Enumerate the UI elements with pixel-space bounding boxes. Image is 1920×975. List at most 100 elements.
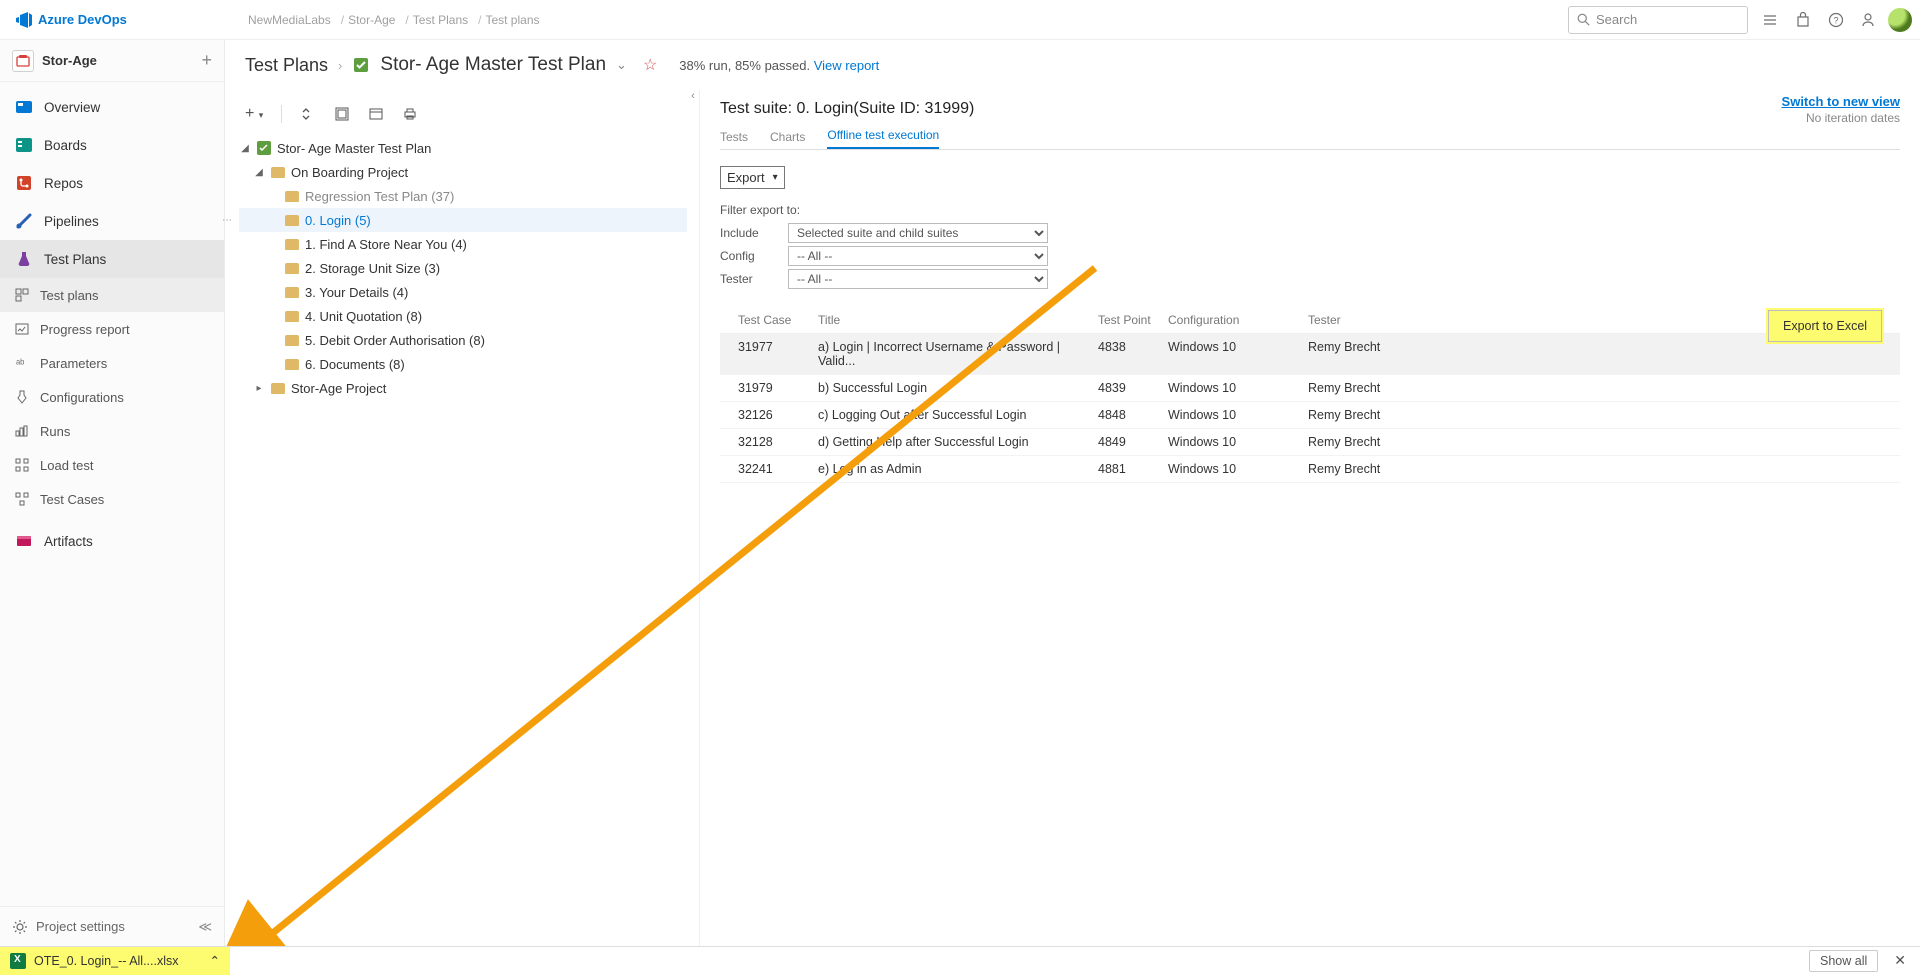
search-input[interactable]: Search [1568, 6, 1748, 34]
test-plans-sub-icon [14, 287, 30, 303]
tree-find[interactable]: 1. Find A Store Near You (4) [239, 232, 687, 256]
search-icon [1577, 13, 1590, 26]
nav-test-plans[interactable]: Test Plans [0, 240, 224, 278]
print-icon[interactable] [402, 106, 418, 122]
product-title: Azure DevOps [38, 12, 127, 27]
close-download-bar-icon[interactable]: ✕ [1894, 952, 1906, 969]
table-row[interactable]: 31977a) Login | Incorrect Username & Pas… [720, 334, 1900, 375]
tab-offline-execution[interactable]: Offline test execution [827, 128, 939, 149]
bag-icon[interactable] [1796, 12, 1810, 28]
view-report-link[interactable]: View report [814, 58, 880, 73]
tree-unit[interactable]: 4. Unit Quotation (8) [239, 304, 687, 328]
tree-debit[interactable]: 5. Debit Order Authorisation (8) [239, 328, 687, 352]
subnav-load-test[interactable]: Load test [0, 448, 224, 482]
load-icon [14, 457, 30, 473]
subnav-configurations[interactable]: Configurations [0, 380, 224, 414]
col-test-case[interactable]: Test Case [738, 313, 818, 327]
azure-devops-icon [16, 12, 32, 28]
download-chip[interactable]: OTE_0. Login_-- All....xlsx ⌃ [0, 947, 230, 975]
test-plan-name[interactable]: Stor- Age Master Test Plan [380, 54, 606, 76]
columns-icon[interactable] [368, 106, 384, 122]
no-iteration-text: No iteration dates [1782, 111, 1900, 125]
col-title[interactable]: Title [818, 313, 1098, 327]
nav-label: Repos [44, 176, 83, 191]
cell-cfg: Windows 10 [1168, 340, 1308, 368]
export-dropdown[interactable]: Export [720, 166, 785, 189]
tree-docs[interactable]: 6. Documents (8) [239, 352, 687, 376]
cell-cfg: Windows 10 [1168, 462, 1308, 476]
pipelines-icon [14, 211, 34, 231]
table-row[interactable]: 32128d) Getting Help after Successful Lo… [720, 429, 1900, 456]
switch-view-link[interactable]: Switch to new view [1782, 94, 1900, 109]
col-tester[interactable]: Tester [1308, 313, 1508, 327]
list-icon[interactable] [1762, 12, 1778, 28]
product-logo-group[interactable]: Azure DevOps [8, 12, 208, 28]
table-row[interactable]: 32241e) Log in as Admin4881Windows 10Rem… [720, 456, 1900, 483]
table-row[interactable]: 32126c) Logging Out after Successful Log… [720, 402, 1900, 429]
add-project-button[interactable]: + [201, 50, 212, 71]
subnav-progress-report[interactable]: Progress report [0, 312, 224, 346]
help-icon[interactable]: ? [1828, 12, 1844, 28]
section-title[interactable]: Test Plans [245, 55, 328, 76]
col-config[interactable]: Configuration [1168, 313, 1308, 327]
filter-grid: Include Selected suite and child suites … [720, 223, 1900, 289]
nav-repos[interactable]: Repos [0, 164, 224, 202]
breadcrumb-item[interactable]: Test plans [474, 13, 539, 27]
breadcrumb-item[interactable]: Stor-Age [337, 13, 396, 27]
subnav-test-plans[interactable]: Test plans [0, 278, 224, 312]
chevron-up-icon[interactable]: ⌃ [210, 953, 220, 968]
add-suite-button[interactable]: + ▾ [245, 105, 263, 123]
test-grid: Test Case Title Test Point Configuration… [720, 307, 1900, 483]
tree-onboarding[interactable]: ◢On Boarding Project [239, 160, 687, 184]
plan-dropdown-icon[interactable]: ⌄ [616, 57, 627, 73]
nav-artifacts[interactable]: Artifacts [0, 522, 224, 560]
project-selector[interactable]: Stor-Age [12, 50, 97, 72]
export-to-excel-button[interactable]: Export to Excel [1768, 310, 1882, 342]
main-area: Test Plans › Stor- Age Master Test Plan … [225, 40, 1920, 946]
export-dropdown-label: Export [727, 170, 765, 185]
chevron-right-icon: › [338, 58, 342, 73]
show-child-icon[interactable] [334, 106, 350, 122]
breadcrumb-item[interactable]: NewMediaLabs [248, 13, 331, 27]
svg-text:?: ? [1833, 15, 1838, 25]
favorite-star-icon[interactable]: ☆ [643, 55, 657, 75]
tab-tests[interactable]: Tests [720, 130, 748, 149]
nav-pipelines[interactable]: Pipelines [0, 202, 224, 240]
folder-icon [271, 383, 285, 394]
table-row[interactable]: 31979b) Successful Login4839Windows 10Re… [720, 375, 1900, 402]
col-test-point[interactable]: Test Point [1098, 313, 1168, 327]
tree-root[interactable]: ◢Stor- Age Master Test Plan [239, 136, 687, 160]
expand-collapse-icon[interactable] [300, 106, 316, 122]
subnav-runs[interactable]: Runs [0, 414, 224, 448]
avatar[interactable] [1888, 8, 1912, 32]
folder-icon [271, 167, 285, 178]
include-select[interactable]: Selected suite and child suites [788, 223, 1048, 243]
subnav-parameters[interactable]: ᵃᵇParameters [0, 346, 224, 380]
tree-details[interactable]: 3. Your Details (4) [239, 280, 687, 304]
collapse-pane-icon[interactable]: ‹ [686, 90, 700, 108]
left-nav: Stor-Age + Overview Boards Repos Pipelin… [0, 40, 225, 946]
config-select[interactable]: -- All -- [788, 246, 1048, 266]
suite-title: Test suite: 0. Login(Suite ID: 31999) [720, 100, 1900, 118]
tree-storage-proj[interactable]: ▸Stor-Age Project [239, 376, 687, 400]
tree-label: 2. Storage Unit Size (3) [305, 261, 440, 276]
tree-regression[interactable]: Regression Test Plan (37) [239, 184, 687, 208]
tab-charts[interactable]: Charts [770, 130, 805, 149]
breadcrumb-item[interactable]: Test Plans [401, 13, 468, 27]
tree-storage[interactable]: 2. Storage Unit Size (3) [239, 256, 687, 280]
include-label: Include [720, 226, 780, 240]
project-settings-link[interactable]: Project settings [12, 919, 125, 935]
tree-login[interactable]: ⋯0. Login (5) [239, 208, 687, 232]
nav-boards[interactable]: Boards [0, 126, 224, 164]
show-all-button[interactable]: Show all [1809, 950, 1878, 972]
person-settings-icon[interactable] [1862, 12, 1878, 28]
subnav-test-cases[interactable]: Test Cases [0, 482, 224, 516]
cell-tp: 4849 [1098, 435, 1168, 449]
test-plans-icon [14, 249, 34, 269]
tester-select[interactable]: -- All -- [788, 269, 1048, 289]
artifacts-icon [14, 531, 34, 551]
cell-cfg: Windows 10 [1168, 408, 1308, 422]
nav-overview[interactable]: Overview [0, 88, 224, 126]
cell-tp: 4838 [1098, 340, 1168, 368]
collapse-nav-button[interactable]: ≪ [198, 919, 212, 935]
